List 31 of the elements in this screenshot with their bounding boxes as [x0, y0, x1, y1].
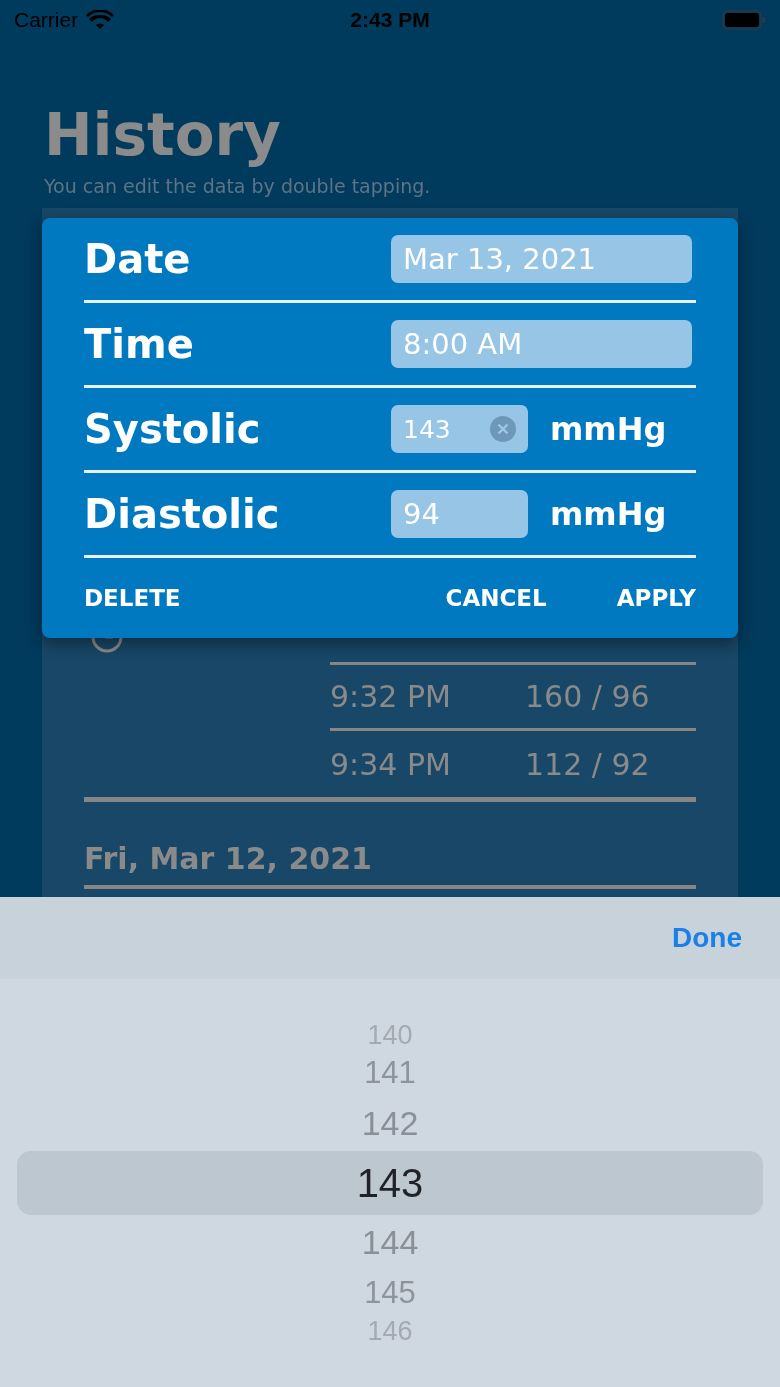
clear-icon[interactable]: [490, 416, 516, 442]
wifi-icon: [86, 10, 115, 30]
picker-option[interactable]: 143: [17, 1151, 763, 1215]
done-button[interactable]: Done: [672, 922, 742, 954]
entry-reading: 112 / 92: [525, 746, 650, 782]
unit-label: mmHg: [550, 410, 667, 448]
action-button[interactable]: CANCEL: [445, 585, 547, 611]
unit-label: mmHg: [550, 495, 667, 533]
date-heading: Fri, Mar 12, 2021: [84, 840, 373, 878]
page-subtitle: You can edit the data by double tapping.: [44, 174, 432, 198]
input-field[interactable]: Mar 13, 2021: [391, 235, 692, 283]
field-label: Diastolic: [84, 491, 281, 537]
entry-time: 9:32 PM: [330, 679, 452, 714]
input-field[interactable]: 143: [391, 405, 528, 453]
input-field[interactable]: 94: [391, 490, 528, 538]
field-label: Systolic: [84, 406, 262, 452]
action-button[interactable]: DELETE: [84, 585, 181, 611]
action-button[interactable]: APPLY: [616, 585, 696, 611]
picker-option[interactable]: 142: [17, 1096, 763, 1151]
input-field[interactable]: 8:00 AM: [391, 320, 692, 368]
carrier-name: Carrier: [14, 8, 79, 32]
entry-time: 9:34 PM: [330, 746, 452, 782]
field-label: Time: [84, 321, 195, 367]
status-time: 2:43 PM: [349, 8, 431, 32]
picker-option[interactable]: 141: [17, 1050, 763, 1096]
page-title: History: [44, 100, 282, 170]
battery-icon: [722, 10, 766, 30]
field-label: Date: [84, 236, 192, 282]
picker-option[interactable]: 145: [17, 1270, 763, 1316]
picker-option[interactable]: 144: [17, 1215, 763, 1270]
entry-reading: 160 / 96: [525, 679, 650, 714]
